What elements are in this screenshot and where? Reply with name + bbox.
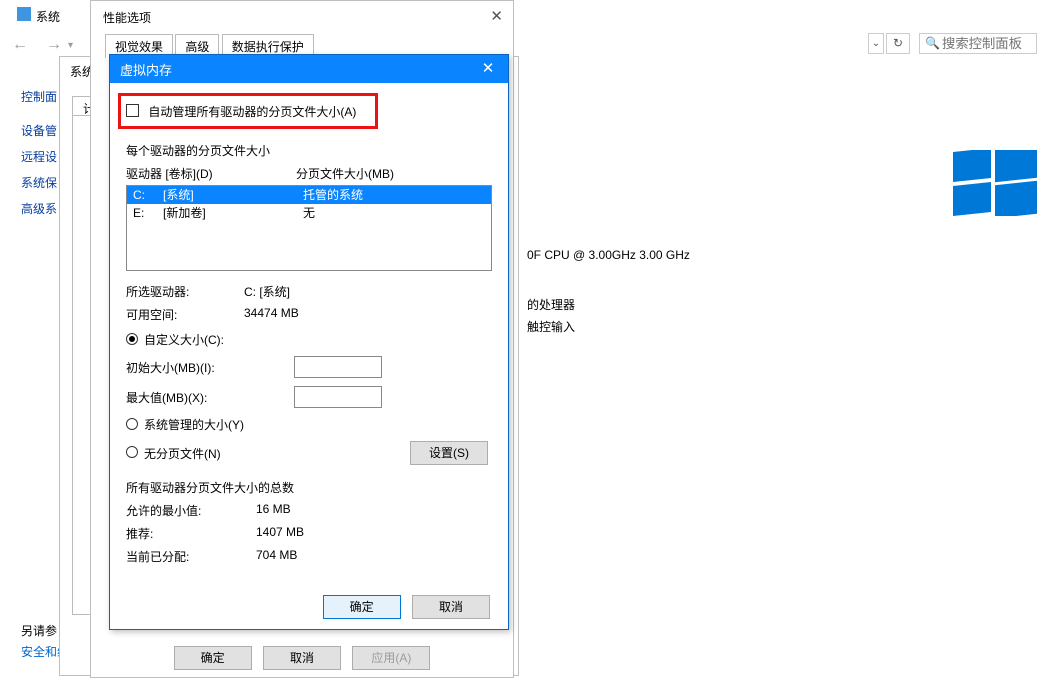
cancel-button[interactable]: 取消 (263, 646, 341, 670)
drive-letter: E: (127, 204, 163, 222)
totals-header: 所有驱动器分页文件大小的总数 (126, 479, 492, 496)
cpu-info: 0F CPU @ 3.00GHz 3.00 GHz (527, 248, 690, 262)
radio-custom-size[interactable] (126, 333, 138, 345)
nav-back-icon[interactable]: ← (12, 36, 28, 54)
radio-custom-label: 自定义大小(C): (144, 331, 224, 348)
ok-button[interactable]: 确定 (323, 595, 401, 619)
drive-header-col1: 驱动器 [卷标](D) (126, 165, 296, 182)
radio-no-paging[interactable] (126, 446, 138, 458)
free-space-value: 34474 MB (244, 306, 299, 323)
nav-forward-icon: → (46, 36, 62, 54)
auto-manage-checkbox[interactable] (126, 104, 139, 117)
free-space-label: 可用空间: (126, 306, 244, 323)
radio-system-label: 系统管理的大小(Y) (144, 416, 244, 433)
address-dropdown-icon[interactable]: ⌄ (868, 33, 884, 54)
drive-size: 托管的系统 (303, 186, 491, 204)
min-label: 允许的最小值: (126, 502, 256, 519)
rec-value: 1407 MB (256, 525, 304, 542)
left-nav: 控制面 设备管 远程设 系统保 高级系 (21, 84, 57, 222)
see-also-label: 另请参 (21, 622, 57, 639)
initial-size-label: 初始大小(MB)(I): (126, 359, 256, 376)
nav-item[interactable]: 高级系 (21, 196, 57, 222)
close-icon[interactable]: ✕ (490, 7, 503, 25)
radio-system-managed[interactable] (126, 418, 138, 430)
windows-logo-icon (953, 150, 1037, 216)
radio-none-label: 无分页文件(N) (144, 445, 221, 462)
cancel-button[interactable]: 取消 (412, 595, 490, 619)
min-value: 16 MB (256, 502, 291, 519)
processor-info: 的处理器 (527, 296, 575, 313)
window-title: 系统 (36, 8, 60, 25)
drive-row[interactable]: E: [新加卷] 无 (127, 204, 491, 222)
vm-title: 虚拟内存 (120, 60, 172, 79)
cur-value: 704 MB (256, 548, 297, 565)
perf-title: 性能选项 (91, 1, 513, 34)
search-icon: 🔍 (925, 36, 940, 50)
nav-item[interactable]: 远程设 (21, 144, 57, 170)
per-drive-section-label: 每个驱动器的分页文件大小 (126, 142, 492, 159)
drive-list[interactable]: C: [系统] 托管的系统 E: [新加卷] 无 (126, 185, 492, 271)
drive-size: 无 (303, 204, 491, 222)
rec-label: 推荐: (126, 525, 256, 542)
max-size-label: 最大值(MB)(X): (126, 389, 256, 406)
ok-button[interactable]: 确定 (174, 646, 252, 670)
refresh-icon[interactable]: ↻ (886, 33, 910, 54)
drive-row[interactable]: C: [系统] 托管的系统 (127, 186, 491, 204)
drive-header-col2: 分页文件大小(MB) (296, 165, 394, 182)
virtual-memory-dialog: 虚拟内存 ✕ 自动管理所有驱动器的分页文件大小(A) 每个驱动器的分页文件大小 … (109, 54, 509, 630)
drive-label: [系统] (163, 186, 303, 204)
selected-drive-label: 所选驱动器: (126, 283, 244, 300)
nav-item[interactable]: 设备管 (21, 118, 57, 144)
nav-history-chevron-icon[interactable]: ▾ (68, 40, 73, 51)
initial-size-input[interactable] (294, 356, 382, 378)
system-icon (17, 7, 31, 21)
nav-item[interactable]: 系统保 (21, 170, 57, 196)
close-icon[interactable]: ✕ (468, 55, 508, 83)
drive-letter: C: (127, 186, 163, 204)
max-size-input[interactable] (294, 386, 382, 408)
auto-manage-label: 自动管理所有驱动器的分页文件大小(A) (148, 103, 356, 120)
nav-item[interactable]: 控制面 (21, 84, 57, 110)
set-button[interactable]: 设置(S) (410, 441, 488, 465)
drive-label: [新加卷] (163, 204, 303, 222)
touch-info: 触控输入 (527, 318, 575, 335)
apply-button: 应用(A) (352, 646, 430, 670)
selected-drive-value: C: [系统] (244, 283, 290, 300)
cur-label: 当前已分配: (126, 548, 256, 565)
